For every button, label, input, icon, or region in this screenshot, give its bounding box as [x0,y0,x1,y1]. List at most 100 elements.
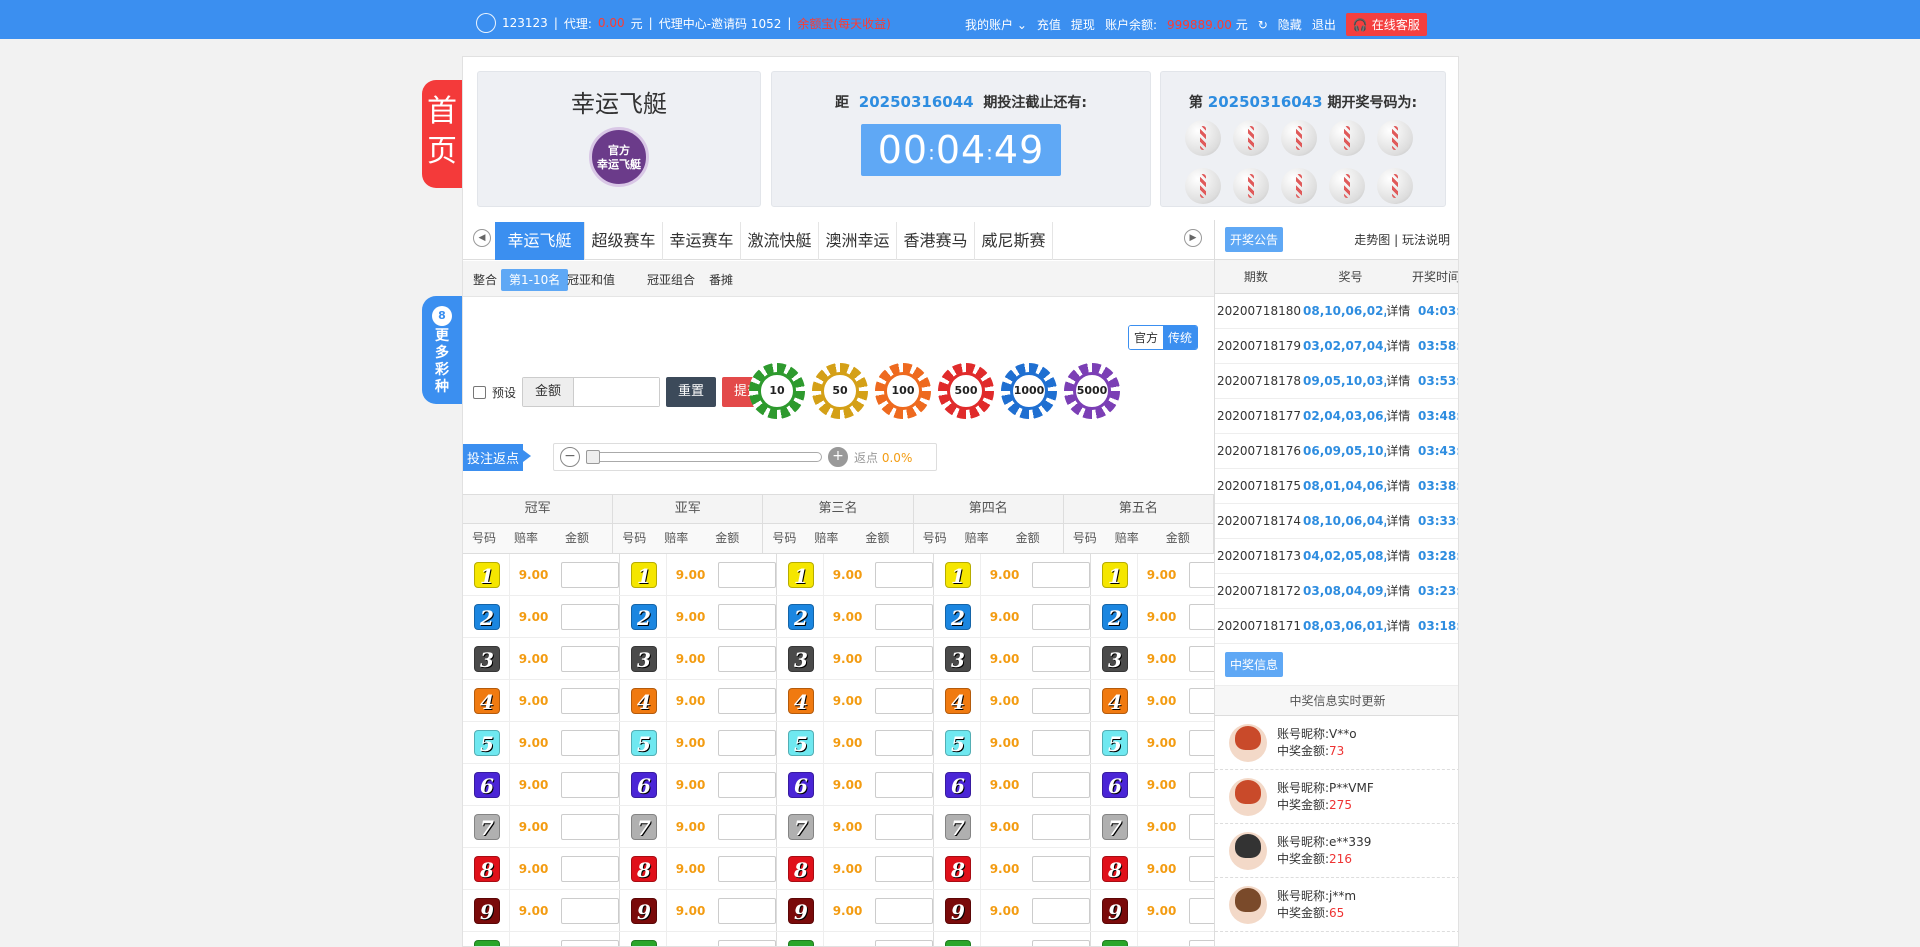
subtab-3[interactable]: 冠亚组合 [639,269,703,291]
bet-amount-input[interactable] [1032,645,1090,672]
bet-amount-input[interactable] [1032,729,1090,756]
detail-link[interactable]: 详情 [1386,574,1412,608]
bet-amount-input[interactable] [561,561,619,588]
detail-link[interactable]: 详情 [1386,364,1412,398]
detail-link[interactable]: 详情 [1386,434,1412,468]
bet-amount-input[interactable] [875,771,933,798]
bet-amount-input[interactable] [718,645,776,672]
bet-amount-input[interactable] [718,855,776,882]
reset-button[interactable]: 重置 [666,377,717,407]
tab-game-4[interactable]: 澳洲幸运10 [819,222,897,288]
chip-500[interactable]: 500 [938,363,994,419]
bet-amount-input[interactable] [1032,855,1090,882]
home-button[interactable]: 首页 [422,80,462,188]
bet-amount-input[interactable] [718,687,776,714]
chip-100[interactable]: 100 [875,363,931,419]
amount-input[interactable] [573,378,660,406]
more-lotteries-button[interactable]: 8 更多彩种 [422,296,462,404]
withdraw-link[interactable]: 提现 [1071,16,1095,33]
tab-game-3[interactable]: 激流快艇 [741,222,819,260]
rebate-track[interactable] [586,450,823,464]
bet-amount-input[interactable] [875,645,933,672]
bet-amount-input[interactable] [718,603,776,630]
bet-amount-input[interactable] [1032,687,1090,714]
yuebao-link[interactable]: 余额宝(每天收益) [797,15,890,32]
tab-game-0[interactable]: 幸运飞艇 [495,222,585,260]
detail-link[interactable]: 详情 [1386,399,1412,433]
bet-amount-input[interactable] [1032,603,1090,630]
win-item: 账号昵称:e**339 中奖金额:216 [1215,824,1458,878]
deposit-link[interactable]: 充值 [1037,16,1061,33]
bet-amount-input[interactable] [875,561,933,588]
bet-amount-input[interactable] [1032,897,1090,924]
official-mode-button[interactable]: 官方 [1129,326,1164,349]
logout-link[interactable]: 退出 [1312,16,1336,33]
bet-amount-input[interactable] [1032,561,1090,588]
number-badge: 5 [945,729,971,756]
tab-next-icon[interactable]: ▶ [1184,229,1202,247]
tab-game-1[interactable]: 超级赛车 [585,222,663,260]
bet-amount-input[interactable] [561,729,619,756]
chip-5000[interactable]: 5000 [1064,363,1120,419]
avatar [1229,777,1267,816]
bet-amount-input[interactable] [561,771,619,798]
bet-amount-input[interactable] [718,939,776,946]
tab-prev-icon[interactable]: ◀ [473,229,491,247]
result-n: 02,04,03,06,... [1303,409,1386,423]
number-badge: 2 [788,603,814,630]
bet-amount-input[interactable] [718,813,776,840]
table-row: 8 9.00 8 9.00 8 9.00 8 9.00 8 9.00 [463,847,1248,890]
bet-amount-input[interactable] [561,855,619,882]
bet-amount-input[interactable] [1032,939,1090,946]
traditional-mode-button[interactable]: 传统 [1163,326,1198,349]
bet-amount-input[interactable] [718,771,776,798]
refresh-icon[interactable]: ↻ [1258,18,1268,32]
detail-link[interactable]: 详情 [1386,294,1412,328]
subtab-2[interactable]: 冠亚和值 [559,269,623,291]
online-service-button[interactable]: 🎧 在线客服 [1345,13,1427,36]
detail-link[interactable]: 详情 [1386,329,1412,363]
bet-amount-input[interactable] [561,603,619,630]
tab-game-2[interactable]: 幸运赛车 [663,222,741,260]
bet-amount-input[interactable] [718,561,776,588]
preset-checkbox[interactable] [473,385,486,399]
bet-amount-input[interactable] [718,729,776,756]
bet-amount-input[interactable] [561,687,619,714]
tab-game-6[interactable]: 威尼斯赛车 [975,222,1053,288]
detail-link[interactable]: 详情 [1386,539,1412,573]
slider-handle[interactable] [586,450,601,464]
bet-amount-input[interactable] [875,855,933,882]
detail-link[interactable]: 详情 [1386,609,1412,643]
number-badge: 9 [788,897,814,924]
chip-10[interactable]: 10 [749,363,805,419]
bet-amount-input[interactable] [875,687,933,714]
tab-game-5[interactable]: 香港赛马 [897,222,975,260]
rules-link[interactable]: 玩法说明 [1402,233,1450,247]
minus-icon[interactable]: − [560,447,581,467]
bet-amount-input[interactable] [1032,813,1090,840]
bet-amount-input[interactable] [875,603,933,630]
trend-chart-link[interactable]: 走势图 [1354,233,1390,247]
avatar[interactable] [476,13,496,33]
agent-center-link[interactable]: 代理中心-邀请码 1052 [659,15,782,32]
subtab-0[interactable]: 整合 [465,269,505,291]
detail-link[interactable]: 详情 [1386,469,1412,503]
bet-amount-input[interactable] [875,897,933,924]
chip-50[interactable]: 50 [812,363,868,419]
bet-amount-input[interactable] [561,897,619,924]
subtab-4[interactable]: 番摊 [701,269,741,291]
plus-icon[interactable]: + [828,447,849,467]
bet-amount-input[interactable] [875,939,933,946]
bet-amount-input[interactable] [561,645,619,672]
detail-link[interactable]: 详情 [1386,504,1412,538]
bet-amount-input[interactable] [1032,771,1090,798]
chip-1000[interactable]: 1000 [1001,363,1057,419]
bet-amount-input[interactable] [718,897,776,924]
bet-amount-input[interactable] [875,813,933,840]
lottery-ball [1281,120,1317,156]
hide-balance-link[interactable]: 隐藏 [1278,16,1302,33]
bet-amount-input[interactable] [561,939,619,946]
bet-amount-input[interactable] [875,729,933,756]
bet-amount-input[interactable] [561,813,619,840]
my-account-dropdown[interactable]: 我的账户 ⌄ [965,16,1027,33]
